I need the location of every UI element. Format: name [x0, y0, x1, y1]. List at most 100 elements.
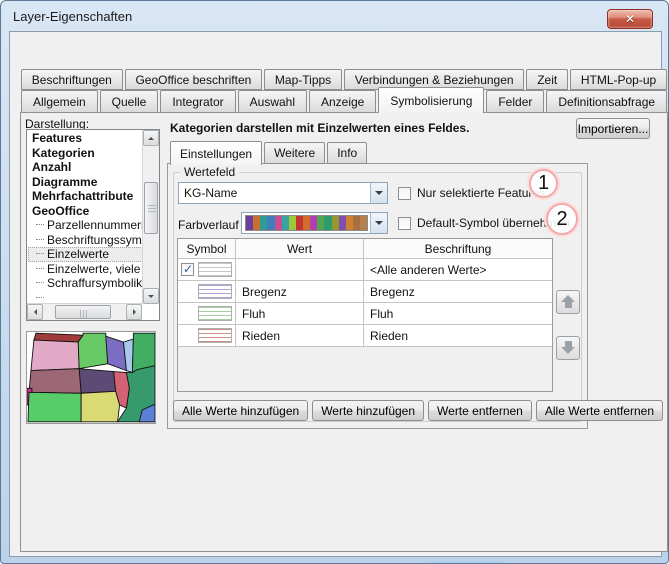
selected-features-checkbox[interactable]	[398, 187, 411, 200]
scroll-down-icon[interactable]	[143, 288, 159, 304]
symbol-swatch[interactable]	[198, 328, 232, 343]
tab-row-bottom: AllgemeinQuelleIntegratorAuswahlAnzeigeS…	[21, 90, 667, 113]
tab-felder[interactable]: Felder	[486, 90, 544, 113]
column-header-symbol: Symbol	[178, 239, 236, 259]
table-row[interactable]: FluhFluh	[178, 303, 552, 325]
close-button[interactable]: ✕	[607, 9, 653, 29]
label-cell: <Alle anderen Werte>	[364, 259, 552, 281]
color-ramp-label: Farbverlauf	[178, 218, 239, 232]
symbol-swatch[interactable]	[198, 262, 232, 277]
symbol-cell	[178, 259, 236, 281]
tab-geooffice-beschriften[interactable]: GeoOffice beschriften	[125, 69, 262, 90]
sidebar-item-diagramme[interactable]: Diagramme	[28, 175, 143, 190]
layer-properties-dialog: Layer-Eigenschaften ✕ BeschriftungenGeoO…	[0, 0, 669, 564]
renderer-listbox: FeaturesKategorienAnzahlDiagrammeMehrfac…	[26, 129, 160, 321]
sidebar-item-beschriftungssymbole[interactable]: Beschriftungssymbole	[28, 233, 143, 248]
tab-html-pop-up[interactable]: HTML-Pop-up	[570, 69, 667, 90]
map-region	[106, 336, 127, 370]
sidebar-item-features[interactable]: Features	[28, 131, 143, 146]
sidebar-item-einzelwerte[interactable]: Einzelwerte	[28, 247, 143, 262]
window-title: Layer-Eigenschaften	[13, 9, 132, 24]
callout-2-number: 2	[556, 208, 567, 231]
value-cell: Rieden	[236, 325, 364, 347]
werte-hinzufügen-button[interactable]: Werte hinzufügen	[312, 400, 424, 421]
ramp-color	[310, 216, 317, 230]
tab-allgemein[interactable]: Allgemein	[21, 90, 98, 113]
label-cell: Fluh	[364, 303, 552, 325]
default-symbol-checkbox-row: Default-Symbol übernehmen	[398, 216, 570, 230]
tab-info[interactable]: Info	[327, 142, 367, 164]
checkbox-slot	[181, 263, 198, 276]
tab-quelle[interactable]: Quelle	[100, 90, 159, 113]
map-region	[78, 333, 108, 368]
map-preview	[26, 331, 156, 424]
symbol-cell	[178, 325, 236, 347]
ramp-color	[317, 216, 324, 230]
import-button[interactable]: Importieren...	[576, 118, 650, 139]
sidebar-item-einzelwerte-viele[interactable]: Einzelwerte, viele	[28, 262, 143, 277]
row-checkbox[interactable]	[181, 263, 194, 276]
tab-integrator[interactable]: Integrator	[160, 90, 235, 113]
sidebar-item-kategorien[interactable]: Kategorien	[28, 146, 143, 161]
value-cell: Fluh	[236, 303, 364, 325]
value-field-combobox[interactable]: KG-Name	[178, 182, 388, 204]
titlebar[interactable]: Layer-Eigenschaften ✕	[1, 1, 668, 31]
tab-auswahl[interactable]: Auswahl	[238, 90, 307, 113]
alle-werte-hinzufügen-button[interactable]: Alle Werte hinzufügen	[173, 400, 308, 421]
sidebar-item-schraffursymbolik[interactable]: Schraffursymbolik	[28, 276, 143, 291]
column-header-beschriftung: Beschriftung	[364, 239, 552, 259]
tab-definitionsabfrage[interactable]: Definitionsabfrage	[546, 90, 667, 113]
ramp-color	[346, 216, 353, 230]
chevron-down-icon[interactable]	[370, 183, 387, 203]
sidebar-item-geooffice[interactable]: GeoOffice	[28, 204, 143, 219]
selected-features-checkbox-row: Nur selektierte Features	[398, 186, 545, 200]
table-row[interactable]: BregenzBregenz	[178, 281, 552, 303]
sidebar-item-anzahl[interactable]: Anzahl	[28, 160, 143, 175]
ramp-color	[303, 216, 310, 230]
map-region	[31, 340, 79, 371]
ramp-color	[324, 216, 331, 230]
tab-symbolisierung[interactable]: Symbolisierung	[378, 87, 484, 113]
table-header-row: SymbolWertBeschriftung	[178, 239, 552, 259]
color-ramp-combobox[interactable]	[241, 212, 388, 234]
scroll-left-icon[interactable]	[27, 304, 43, 320]
tab-einstellungen[interactable]: Einstellungen	[170, 141, 262, 165]
scroll-up-icon[interactable]	[143, 130, 159, 146]
ramp-color	[296, 216, 303, 230]
horizontal-scroll-thumb[interactable]	[55, 305, 111, 319]
table-row[interactable]: RiedenRieden	[178, 325, 552, 347]
vertical-scrollbar[interactable]	[142, 130, 159, 304]
ramp-color	[339, 216, 346, 230]
sidebar-item-parzellennummern[interactable]: Parzellennummern	[28, 218, 143, 233]
tab-beschriftungen[interactable]: Beschriftungen	[21, 69, 123, 90]
tab-anzeige[interactable]: Anzeige	[309, 90, 376, 113]
symbol-cell	[178, 303, 236, 325]
renderer-list: FeaturesKategorienAnzahlDiagrammeMehrfac…	[28, 131, 143, 304]
symbol-swatch[interactable]	[198, 306, 232, 321]
werte-entfernen-button[interactable]: Werte entfernen	[428, 400, 532, 421]
table-row[interactable]: <Alle anderen Werte>	[178, 259, 552, 281]
alle-werte-entfernen-button[interactable]: Alle Werte entfernen	[536, 400, 663, 421]
ramp-color	[289, 216, 296, 230]
horizontal-scrollbar[interactable]	[27, 303, 142, 320]
ramp-color	[282, 216, 289, 230]
default-symbol-checkbox[interactable]	[398, 217, 411, 230]
tab-weitere[interactable]: Weitere	[264, 142, 325, 164]
unique-values-table: SymbolWertBeschriftung<Alle anderen Wert…	[177, 238, 553, 392]
vertical-scroll-thumb[interactable]	[144, 182, 158, 234]
chevron-down-icon[interactable]	[370, 213, 387, 233]
tab-zeit[interactable]: Zeit	[526, 69, 568, 90]
sidebar-item-item[interactable]	[28, 291, 143, 305]
ramp-color	[246, 216, 253, 230]
move-up-icon[interactable]	[556, 290, 580, 314]
tab-map-tipps[interactable]: Map-Tipps	[264, 69, 342, 90]
symbol-cell	[178, 281, 236, 303]
callout-2: 2	[546, 203, 578, 235]
move-down-icon[interactable]	[556, 336, 580, 360]
sidebar-item-mehrfachattribute[interactable]: Mehrfachattribute	[28, 189, 143, 204]
value-cell: Bregenz	[236, 281, 364, 303]
scroll-right-icon[interactable]	[126, 304, 142, 320]
symbol-swatch[interactable]	[198, 284, 232, 299]
color-ramp-preview	[245, 215, 368, 231]
ramp-color	[360, 216, 367, 230]
